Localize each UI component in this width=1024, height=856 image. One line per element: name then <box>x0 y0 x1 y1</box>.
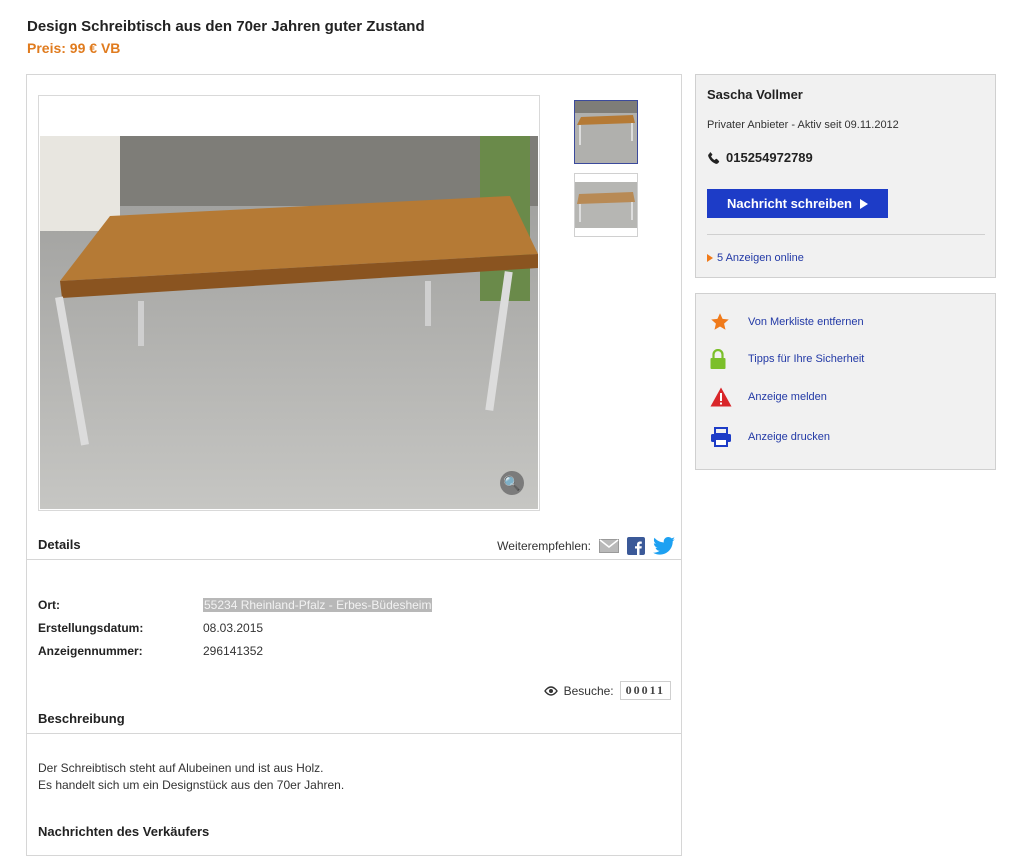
seller-since: Privater Anbieter - Aktiv seit 09.11.201… <box>707 119 899 131</box>
remove-from-watchlist-link[interactable]: Von Merkliste entfernen <box>710 312 864 332</box>
detail-key: Erstellungsdatum: <box>38 621 144 635</box>
main-photo[interactable]: 🔍 <box>40 136 538 509</box>
triangle-right-icon <box>707 254 713 262</box>
phone-number: 015254972789 <box>726 150 813 165</box>
detail-value: 08.03.2015 <box>203 621 264 635</box>
detail-key: Anzeigennummer: <box>38 644 143 658</box>
twitter-icon[interactable] <box>653 537 675 555</box>
detail-key: Ort: <box>38 598 60 612</box>
listing-price: Preis: 99 € VB <box>27 40 121 56</box>
listing-title: Design Schreibtisch aus den 70er Jahren … <box>27 18 425 35</box>
printer-icon <box>711 427 731 447</box>
share-label: Weiterempfehlen: <box>497 539 591 553</box>
details-heading: Details <box>38 537 81 552</box>
write-message-button[interactable]: Nachricht schreiben <box>707 189 888 218</box>
description-heading: Beschreibung <box>38 711 125 726</box>
ad-actions-box: Von Merkliste entfernen Tipps für Ihre S… <box>695 293 996 470</box>
image-gallery: 🔍 <box>38 95 540 511</box>
more-ads-link[interactable]: 5 Anzeigen online <box>707 252 804 264</box>
listing-panel: 🔍 Details Weiterempfehlen: Ort: 55234 Rh… <box>26 74 682 856</box>
thumbnail-image <box>575 101 637 163</box>
print-ad-link[interactable]: Anzeige drucken <box>710 427 830 447</box>
action-label: Von Merkliste entfernen <box>748 316 864 328</box>
star-icon <box>711 313 729 330</box>
lock-icon <box>710 349 726 369</box>
play-arrow-icon <box>860 198 868 209</box>
description-text: Der Schreibtisch steht auf Alubeinen und… <box>38 760 344 794</box>
share-bar: Weiterempfehlen: <box>497 537 675 555</box>
phone-icon <box>708 151 720 164</box>
seller-notes-heading: Nachrichten des Verkäufers <box>38 824 210 839</box>
write-message-label: Nachricht schreiben <box>727 196 852 211</box>
zoom-icon[interactable]: 🔍 <box>500 471 524 495</box>
desk-photo-image <box>40 136 538 509</box>
visit-counter: Besuche: 00011 <box>543 681 671 700</box>
detail-value: 296141352 <box>203 644 264 658</box>
mail-icon[interactable] <box>599 539 619 553</box>
action-label: Anzeige drucken <box>748 431 830 443</box>
report-ad-link[interactable]: Anzeige melden <box>710 387 827 407</box>
detail-value: 55234 Rheinland-Pfalz - Erbes-Büdesheim <box>203 598 433 612</box>
seller-phone[interactable]: 015254972789 <box>707 150 813 165</box>
visits-label: Besuche: <box>563 683 614 698</box>
details-header: Details Weiterempfehlen: <box>27 529 681 560</box>
seller-box: Sascha Vollmer Privater Anbieter - Aktiv… <box>695 74 996 278</box>
seller-divider <box>707 234 985 235</box>
description-line: Es handelt sich um ein Designstück aus d… <box>38 778 345 792</box>
visits-count: 00011 <box>619 681 671 700</box>
action-label: Tipps für Ihre Sicherheit <box>748 353 865 365</box>
thumbnail-2[interactable] <box>574 173 638 237</box>
seller-name: Sascha Vollmer <box>707 87 803 102</box>
description-line: Der Schreibtisch steht auf Alubeinen und… <box>38 761 324 775</box>
action-label: Anzeige melden <box>748 391 827 403</box>
eye-icon <box>543 685 558 696</box>
thumbnail-1[interactable] <box>574 100 638 164</box>
thumbnail-image <box>575 174 637 236</box>
safety-tips-link[interactable]: Tipps für Ihre Sicherheit <box>710 349 864 369</box>
more-ads-label: 5 Anzeigen online <box>717 252 804 264</box>
facebook-icon[interactable] <box>627 537 645 555</box>
warning-icon <box>710 387 732 407</box>
description-header: Beschreibung <box>27 703 681 734</box>
